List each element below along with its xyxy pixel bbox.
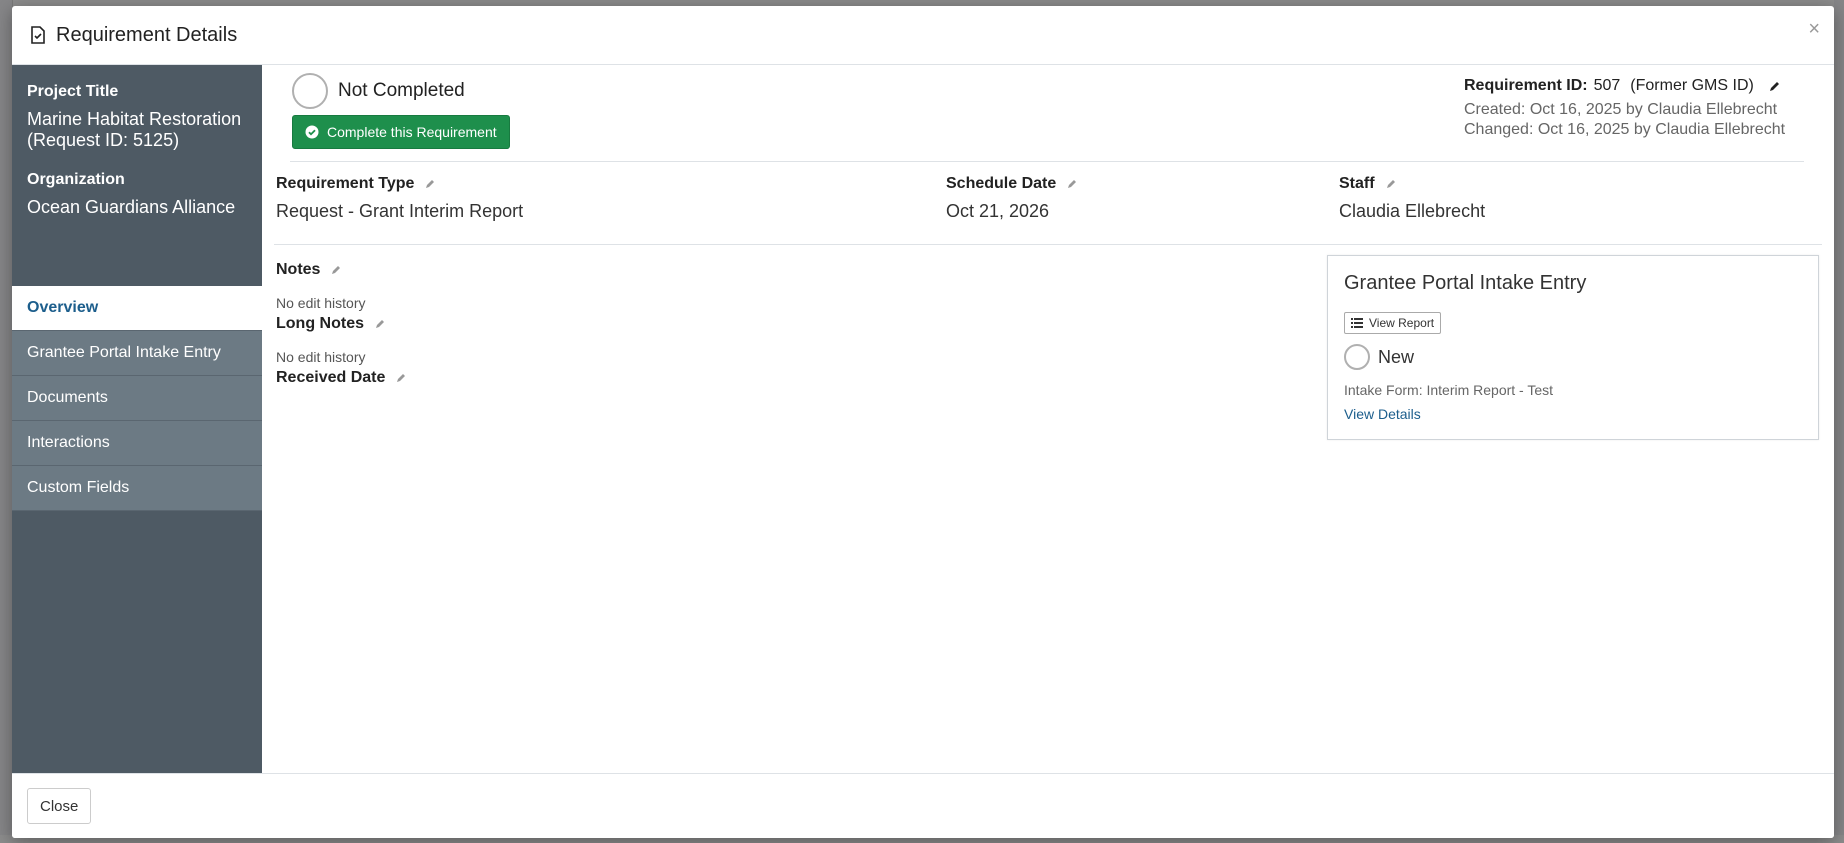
edit-pencil-icon[interactable] (395, 372, 407, 384)
requirement-type-label-text: Requirement Type (276, 175, 415, 192)
edit-pencil-icon[interactable] (1385, 178, 1397, 190)
sidebar-project: Project Title Marine Habitat Restoration… (12, 65, 262, 218)
schedule-date-label: Schedule Date (946, 175, 1078, 193)
modal-header: Requirement Details × (12, 6, 1834, 65)
sidebar: Project Title Marine Habitat Restoration… (12, 65, 262, 774)
project-title-label: Project Title (27, 83, 119, 100)
changed-info: Changed: Oct 16, 2025 by Claudia Ellebre… (1464, 121, 1786, 138)
staff-label: Staff (1339, 175, 1485, 193)
view-report-label: View Report (1369, 316, 1435, 330)
notes-edit-history: No edit history (276, 295, 366, 311)
status-circle-icon (1344, 344, 1370, 370)
project-title-value: Marine Habitat Restoration (Request ID: … (27, 109, 242, 150)
view-report-button[interactable]: View Report (1344, 312, 1442, 334)
portal-status: New (1344, 344, 1414, 370)
schedule-date-field: Schedule Date Oct 21, 2026 (946, 175, 1078, 222)
edit-pencil-icon[interactable] (330, 264, 342, 276)
requirement-type-value: Request - Grant Interim Report (276, 201, 524, 221)
created-info: Created: Oct 16, 2025 by Claudia Ellebre… (1464, 101, 1778, 118)
edit-pencil-icon[interactable] (374, 318, 386, 330)
long-notes-label-text: Long Notes (276, 315, 364, 332)
status-circle-icon (292, 73, 328, 109)
sidebar-nav: Overview Grantee Portal Intake Entry Doc… (12, 286, 262, 511)
sidebar-item-grantee-portal-intake-entry[interactable]: Grantee Portal Intake Entry (12, 331, 262, 376)
sidebar-item-documents[interactable]: Documents (12, 376, 262, 421)
organization-value: Ocean Guardians Alliance (27, 197, 236, 217)
status-text: Not Completed (338, 80, 465, 101)
received-date-label-text: Received Date (276, 369, 386, 386)
requirement-details-modal: Requirement Details × Project Title Mari… (12, 6, 1834, 838)
sidebar-item-interactions[interactable]: Interactions (12, 421, 262, 466)
divider (274, 244, 1822, 245)
view-details-link[interactable]: View Details (1344, 406, 1421, 422)
long-notes-edit-history: No edit history (276, 349, 366, 365)
modal-footer: Close (12, 773, 1834, 838)
schedule-date-label-text: Schedule Date (946, 175, 1057, 192)
requirement-type-field: Requirement Type Request - Grant Interim… (276, 175, 523, 222)
staff-value: Claudia Ellebrecht (1339, 201, 1486, 221)
staff-field: Staff Claudia Ellebrecht (1339, 175, 1485, 222)
document-check-icon (30, 26, 46, 44)
edit-pencil-icon[interactable] (1066, 178, 1078, 190)
requirement-id-line: Requirement ID: 507 (Former GMS ID) (1464, 77, 1804, 95)
intake-form-text: Intake Form: Interim Report - Test (1344, 382, 1554, 398)
notes-section: Notes No edit history Long Notes No edit… (276, 261, 407, 387)
complete-requirement-button[interactable]: Complete this Requirement (292, 115, 510, 149)
requirement-id-label: Requirement ID: (1464, 77, 1588, 94)
close-button[interactable]: Close (27, 788, 92, 824)
portal-status-text: New (1378, 346, 1415, 367)
divider (290, 161, 1804, 162)
notes-label-text: Notes (276, 261, 321, 278)
schedule-date-value: Oct 21, 2026 (946, 201, 1050, 221)
requirement-id-value: 507 (1593, 77, 1621, 94)
organization-label: Organization (27, 171, 125, 188)
modal-title: Requirement Details (56, 23, 238, 46)
check-circle-icon (305, 125, 319, 139)
requirement-meta: Requirement ID: 507 (Former GMS ID) Crea… (1464, 77, 1804, 139)
long-notes-label: Long Notes (276, 315, 407, 333)
main-content: Not Completed Complete this Requirement … (262, 65, 1834, 774)
former-gms-id: (Former GMS ID) (1630, 77, 1754, 94)
complete-button-label: Complete this Requirement (327, 124, 497, 140)
completion-status: Not Completed (292, 73, 465, 109)
notes-label: Notes (276, 261, 407, 279)
sidebar-item-overview[interactable]: Overview (12, 286, 262, 331)
portal-card-title: Grantee Portal Intake Entry (1344, 272, 1587, 294)
edit-pencil-icon[interactable] (424, 178, 436, 190)
sidebar-item-custom-fields[interactable]: Custom Fields (12, 466, 262, 511)
grantee-portal-card: Grantee Portal Intake Entry View Report … (1327, 255, 1819, 440)
received-date-label: Received Date (276, 369, 407, 387)
requirement-type-label: Requirement Type (276, 175, 523, 193)
staff-label-text: Staff (1339, 175, 1375, 192)
edit-id-pencil-icon[interactable] (1768, 80, 1781, 93)
list-icon (1351, 318, 1363, 328)
close-icon[interactable]: × (1808, 18, 1820, 41)
